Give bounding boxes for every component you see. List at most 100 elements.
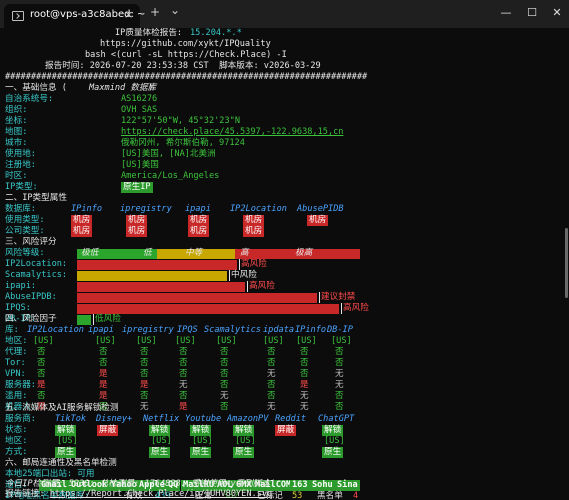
section-title: 四、风险因子 xyxy=(5,314,57,324)
row-label: 代理: xyxy=(5,347,28,357)
type-badge: 机房 xyxy=(71,215,93,226)
ip-type-db-header: 数据库: IPinfo ipregistry ipapi IP2Location… xyxy=(5,204,344,215)
risk-factor-cell: 否 xyxy=(140,347,149,357)
terminal-window: root@vps-a3c8abed: ~ × + ⌄ — ☐ ✕ IP质量体检报… xyxy=(0,0,569,500)
risk-factor-cell: 否 xyxy=(220,358,229,368)
report-ip: 15.204.*.* xyxy=(190,28,242,38)
service-region: [US] xyxy=(57,436,78,446)
risk-factor-cell: 否 xyxy=(300,347,309,357)
row-label: 时区: xyxy=(5,171,28,181)
service-status-badge: 解锁 xyxy=(322,425,344,436)
row-label: IP类型: xyxy=(5,182,38,192)
service-mode-badge: 原生 xyxy=(233,447,255,458)
risk-level-text: 低风险 xyxy=(93,314,121,325)
service-name: Youtube xyxy=(185,414,222,424)
terminal-icon xyxy=(12,11,24,21)
risk-score-bar xyxy=(77,315,91,325)
risk-factor-cell: [US] xyxy=(136,336,157,346)
report-link[interactable]: https://Report.Check.Place/ip/1UHV80YEN.… xyxy=(50,489,272,499)
risk-factor-cell: 否 xyxy=(179,391,188,401)
report-title: IP质量体检报告: xyxy=(115,28,188,38)
service-mode-badge: 原生 xyxy=(149,447,171,458)
risk-factor-cell: [US] xyxy=(331,336,352,346)
service-region: [US] xyxy=(324,436,345,446)
risk-factor-cell: 是 xyxy=(140,380,149,390)
row-label: VPN: xyxy=(5,369,26,379)
risk-factor-cell: 否 xyxy=(220,380,229,390)
report-title-line: IP质量体检报告: 15.204.*.* xyxy=(5,28,242,39)
risk-factor-cell: 否 xyxy=(179,369,188,379)
risk-factor-cell: 是 xyxy=(99,391,108,401)
risk-factor-cell: 无 xyxy=(335,369,344,379)
risk-factor-cell: 否 xyxy=(37,391,46,401)
risk-factor-cell: 否 xyxy=(37,369,46,379)
minimize-icon[interactable]: — xyxy=(496,3,516,23)
risk-factor-cell: 是 xyxy=(99,369,108,379)
risk-level-scale: 风险等级: 极低 低 中等 高 极高 xyxy=(5,248,360,259)
service-name: AmazonPV xyxy=(227,414,269,424)
risk-factor-cell: 是 xyxy=(99,380,108,390)
risk-factor-cell: [US] xyxy=(175,336,196,346)
service-status-badge: 屏蔽 xyxy=(275,425,297,436)
risk-factor-cell: 否 xyxy=(140,369,149,379)
report-link-line: 报告链接: https://Report.Check.Place/ip/1UHV… xyxy=(5,489,565,499)
scrollbar-thumb[interactable] xyxy=(565,228,568,298)
row-label: 自治系统号: xyxy=(5,94,54,104)
level-label: 高 xyxy=(240,248,249,258)
close-icon[interactable]: ✕ xyxy=(547,3,567,23)
chevron-down-icon[interactable]: ⌄ xyxy=(170,3,180,17)
tab-close-icon[interactable]: × xyxy=(124,8,133,21)
risk-factor-cell: [US] xyxy=(33,336,54,346)
risk-factor-cell: [US] xyxy=(216,336,237,346)
service-status-badge: 解锁 xyxy=(149,425,171,436)
level-label: 极高 xyxy=(295,248,313,258)
db-name: ipregistry xyxy=(120,204,172,214)
risk-factor-cell: 否 xyxy=(300,358,309,368)
db-name: ipdata xyxy=(263,325,295,335)
risk-factor-cell: 否 xyxy=(37,358,46,368)
db-name: ipregistry xyxy=(122,325,174,335)
row-label: 使用类型: xyxy=(5,215,45,225)
row-label: 服务商: xyxy=(5,414,36,424)
row-label: 组织: xyxy=(5,105,28,115)
risk-factor-cell: [US] xyxy=(95,336,116,346)
row-value: OVH SAS xyxy=(121,105,158,115)
risk-level-text: 高风险 xyxy=(341,303,369,314)
db-name: ipapi xyxy=(185,204,211,214)
row-value: 122°57'50"W, 45°32'23"N xyxy=(121,116,240,126)
row-label: AbuseIPDB: xyxy=(5,292,57,302)
row-label: 风险等级: xyxy=(5,248,45,258)
db-name: DB-IP xyxy=(327,325,353,335)
service-mode-row: 方式: 原生 原生 原生 原生 原生 xyxy=(5,447,344,458)
ip-type-row: IP类型: 原生IP xyxy=(5,182,153,193)
maximize-icon[interactable]: ☐ xyxy=(522,3,542,23)
risk-factor-cell: 否 xyxy=(220,369,229,379)
risk-factor-cell: 否 xyxy=(37,347,46,357)
type-badge: 机房 xyxy=(188,226,210,237)
db-name: IPinfo xyxy=(71,204,103,214)
risk-factor-cell: 否 xyxy=(140,391,149,401)
new-tab-icon[interactable]: + xyxy=(150,5,160,19)
row-label: ipapi: xyxy=(5,281,37,291)
db-name: IP2Location xyxy=(230,204,287,214)
terminal-output[interactable]: IP质量体检报告: 15.204.*.* https://github.com/… xyxy=(0,28,569,500)
scrollbar[interactable] xyxy=(563,28,569,500)
section-title: 六、邮局连通性及黑名单检测 xyxy=(5,458,117,468)
db-name: Scamalytics xyxy=(204,325,261,335)
risk-factor-cell: 否 xyxy=(99,347,108,357)
risk-score-bar xyxy=(77,293,317,303)
section-title: 二、IP类型属性 xyxy=(5,193,67,203)
detection-stats: 今日IP检测量: 5230; 总检测量: 1764828. 感谢使用xy系列脚本… xyxy=(5,479,276,489)
title-bar: root@vps-a3c8abed: ~ × + ⌄ — ☐ ✕ xyxy=(0,0,569,28)
row-value: AS16276 xyxy=(121,94,158,104)
risk-factor-cell: [US] xyxy=(296,336,317,346)
row-label: 滥用: xyxy=(5,391,28,401)
type-badge: 机房 xyxy=(243,226,265,237)
row-value: America/Los_Angeles xyxy=(121,171,220,181)
type-badge: 机房 xyxy=(188,215,210,226)
section-title: 三、风险评分 xyxy=(5,237,57,247)
risk-factor-cell: 无 xyxy=(220,391,229,401)
terminal-tab[interactable]: root@vps-a3c8abed: ~ × xyxy=(4,4,145,28)
risk-factor-cell: 否 xyxy=(267,391,276,401)
row-label: IPQS: xyxy=(5,303,31,313)
